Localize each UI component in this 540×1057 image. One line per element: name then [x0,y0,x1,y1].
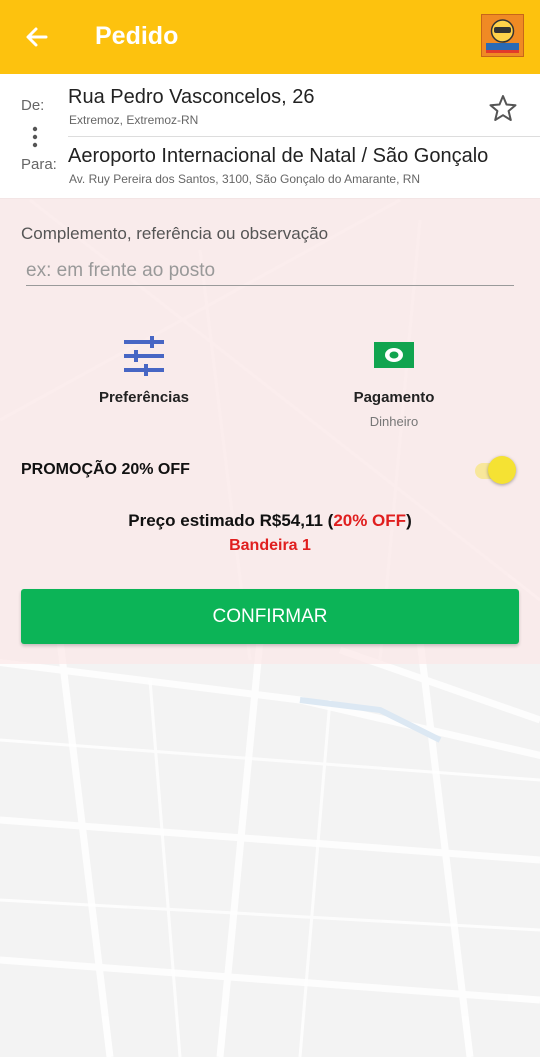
bandeira-label: Bandeira 1 [229,537,311,554]
app-bar: Pedido [0,0,540,74]
from-label: De: [21,97,45,114]
price-discount: 20% OFF [333,511,407,530]
origin-address-detail: Extremoz, Extremoz-RN [69,113,199,127]
toggle-thumb [488,456,516,484]
confirm-button[interactable]: CONFIRMAR [21,589,519,644]
payment-method-value: Dinheiro [369,414,419,429]
address-divider [68,136,540,137]
price-suffix: ) [406,511,412,530]
page-title: Pedido [95,22,179,50]
destination-address-detail: Av. Ruy Pereira dos Santos, 3100, São Go… [69,172,421,186]
origin-address[interactable]: Rua Pedro Vasconcelos, 26 [68,86,314,109]
destination-address[interactable]: Aeroporto Internacional de Natal / São G… [68,145,488,168]
complement-input[interactable] [26,256,514,286]
app-logo [481,14,524,57]
cash-icon [374,342,414,368]
payment-button[interactable]: Pagamento Dinheiro [334,336,454,429]
more-vertical-icon [32,126,38,148]
preferences-label: Preferências [98,389,190,406]
payment-label: Pagamento [353,389,435,406]
order-panel: Complemento, referência ou observação Pr… [0,198,540,664]
promo-label: PROMOÇÃO 20% OFF [21,461,190,478]
promo-toggle[interactable] [472,456,518,486]
to-label: Para: [21,156,57,173]
preferences-button[interactable]: Preferências [84,336,204,406]
price-text: Preço estimado R$54,11 ( [128,511,334,530]
address-card: De: Rua Pedro Vasconcelos, 26 Extremoz, … [0,74,540,199]
complement-label: Complemento, referência ou observação [21,224,329,243]
arrow-left-icon[interactable] [22,22,52,52]
sliders-icon [124,336,164,376]
estimated-price: Preço estimado R$54,11 (20% OFF) [0,511,540,531]
star-outline-icon[interactable] [488,93,518,123]
